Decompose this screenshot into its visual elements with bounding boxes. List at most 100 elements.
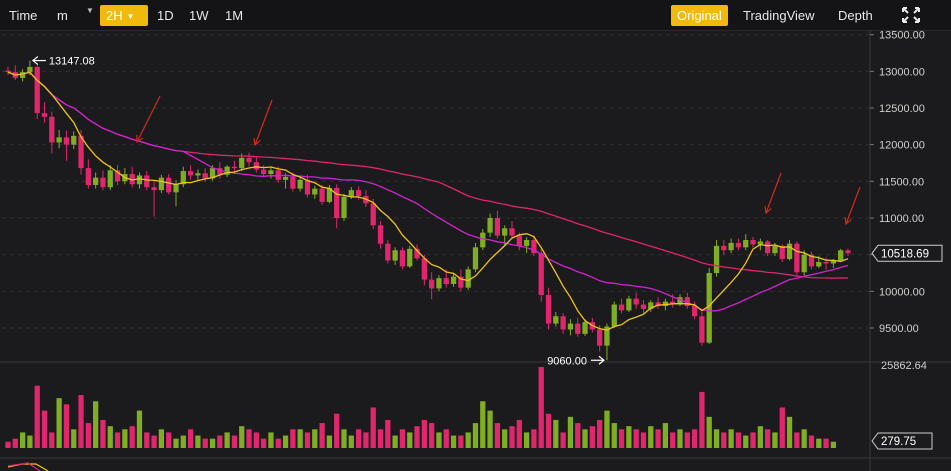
interval-dropdown[interactable]: 2H ▼ xyxy=(100,5,148,26)
candle-body xyxy=(728,242,734,251)
candle-body xyxy=(151,187,157,191)
volume-bar xyxy=(801,429,807,448)
candle-body xyxy=(202,173,208,179)
candle-body xyxy=(575,323,581,334)
volume-bar xyxy=(465,432,471,448)
candle-body xyxy=(545,295,552,324)
minutes-chevron-down-icon[interactable]: ▼ xyxy=(86,6,94,15)
view-tradingview-tab[interactable]: TradingView xyxy=(737,5,821,26)
candle-body xyxy=(523,240,530,246)
volume-bar xyxy=(443,429,449,448)
candle-body xyxy=(370,203,376,226)
volume-bar xyxy=(472,423,479,448)
candlestick-chart[interactable]: 13500.00 13000.00 12500.00 12000.00 11500.00… xyxy=(0,31,951,471)
price-tick-label: 12500.00 xyxy=(879,103,925,115)
view-original-tab[interactable]: Original xyxy=(671,5,728,26)
volume-bar xyxy=(399,429,406,448)
volume-bar xyxy=(334,413,340,448)
volume-bar xyxy=(735,432,742,448)
volume-bar xyxy=(268,432,274,448)
candle-body xyxy=(319,188,325,202)
volume-bar xyxy=(355,429,362,448)
candle-body xyxy=(838,250,844,261)
volume-bar xyxy=(63,404,70,448)
candle-body xyxy=(261,169,267,174)
candle-body xyxy=(816,262,822,267)
candle-body xyxy=(27,66,33,73)
candle-body xyxy=(721,245,727,251)
red-arrow-icon xyxy=(254,99,273,146)
candle-body xyxy=(750,240,756,245)
interval-1d[interactable]: 1D xyxy=(151,5,180,26)
candle-body xyxy=(304,179,311,195)
candle-body xyxy=(355,190,362,196)
low-marker-label: 9060.00 xyxy=(547,355,587,367)
volume-bar xyxy=(531,429,537,448)
candle-body xyxy=(743,240,749,248)
volume-bar xyxy=(136,410,143,448)
candle-body xyxy=(823,262,829,264)
volume-bar xyxy=(721,432,727,448)
volume-bar xyxy=(648,426,654,448)
volume-bar xyxy=(114,432,121,448)
candle-body xyxy=(71,135,77,145)
volume-bar xyxy=(224,432,230,448)
volume-current-label: 279.75 xyxy=(881,436,916,448)
candle-body xyxy=(794,243,800,273)
candle-body xyxy=(713,245,720,273)
candle-body xyxy=(392,250,398,261)
interval-1w[interactable]: 1W xyxy=(183,5,215,26)
high-marker-label: 13147.08 xyxy=(49,56,95,68)
interval-selected-label: 2H xyxy=(106,8,123,23)
candle-body xyxy=(239,157,245,169)
volume-bar xyxy=(195,435,201,448)
price-tick-label: 13500.00 xyxy=(879,31,925,42)
volume-bar xyxy=(246,429,252,448)
volume-bar xyxy=(575,423,581,448)
candle-body xyxy=(268,170,274,174)
volume-bar xyxy=(523,432,530,448)
candle-body xyxy=(429,279,435,289)
volume-bar xyxy=(144,432,150,448)
volume-bar xyxy=(348,435,354,448)
volume-bar xyxy=(304,432,311,448)
interval-1m[interactable]: 1M xyxy=(219,5,249,26)
price-tick-label: 11500.00 xyxy=(879,176,924,188)
volume-bar xyxy=(41,410,48,448)
candle-body xyxy=(93,177,99,185)
volume-bar xyxy=(326,435,333,448)
volume-bar xyxy=(611,423,617,448)
volume-bar xyxy=(129,426,135,448)
candle-body xyxy=(297,179,303,189)
volume-bar xyxy=(545,413,552,448)
volume-bar xyxy=(786,416,793,448)
candle-body xyxy=(516,235,522,246)
volume-bar xyxy=(830,441,837,448)
candle-body xyxy=(553,316,559,324)
volume-bar xyxy=(662,423,669,448)
volume-max-label: 25862.64 xyxy=(881,360,927,372)
volume-bar xyxy=(618,429,625,448)
candle-body xyxy=(399,250,406,267)
fullscreen-expand-icon[interactable] xyxy=(898,5,924,25)
volume-bar xyxy=(626,426,632,448)
interval-chevron-down-icon: ▼ xyxy=(126,12,135,22)
volume-bar xyxy=(19,432,26,448)
candle-body xyxy=(41,113,48,117)
candle-body xyxy=(253,162,259,170)
candle-body xyxy=(765,241,771,254)
view-depth-tab[interactable]: Depth xyxy=(832,5,879,26)
volume-bar xyxy=(706,416,712,448)
candle-body xyxy=(443,278,449,284)
candle-body xyxy=(597,329,603,346)
volume-bar xyxy=(436,432,442,448)
candle-body xyxy=(34,66,40,114)
volume-bar xyxy=(713,429,720,448)
volume-bar xyxy=(173,438,179,448)
volume-bar xyxy=(5,441,11,448)
volume-bar xyxy=(151,435,157,448)
volume-bar xyxy=(377,429,384,448)
minutes-dropdown[interactable]: m xyxy=(51,5,74,26)
volume-bar xyxy=(239,426,245,448)
candle-body xyxy=(282,176,289,180)
